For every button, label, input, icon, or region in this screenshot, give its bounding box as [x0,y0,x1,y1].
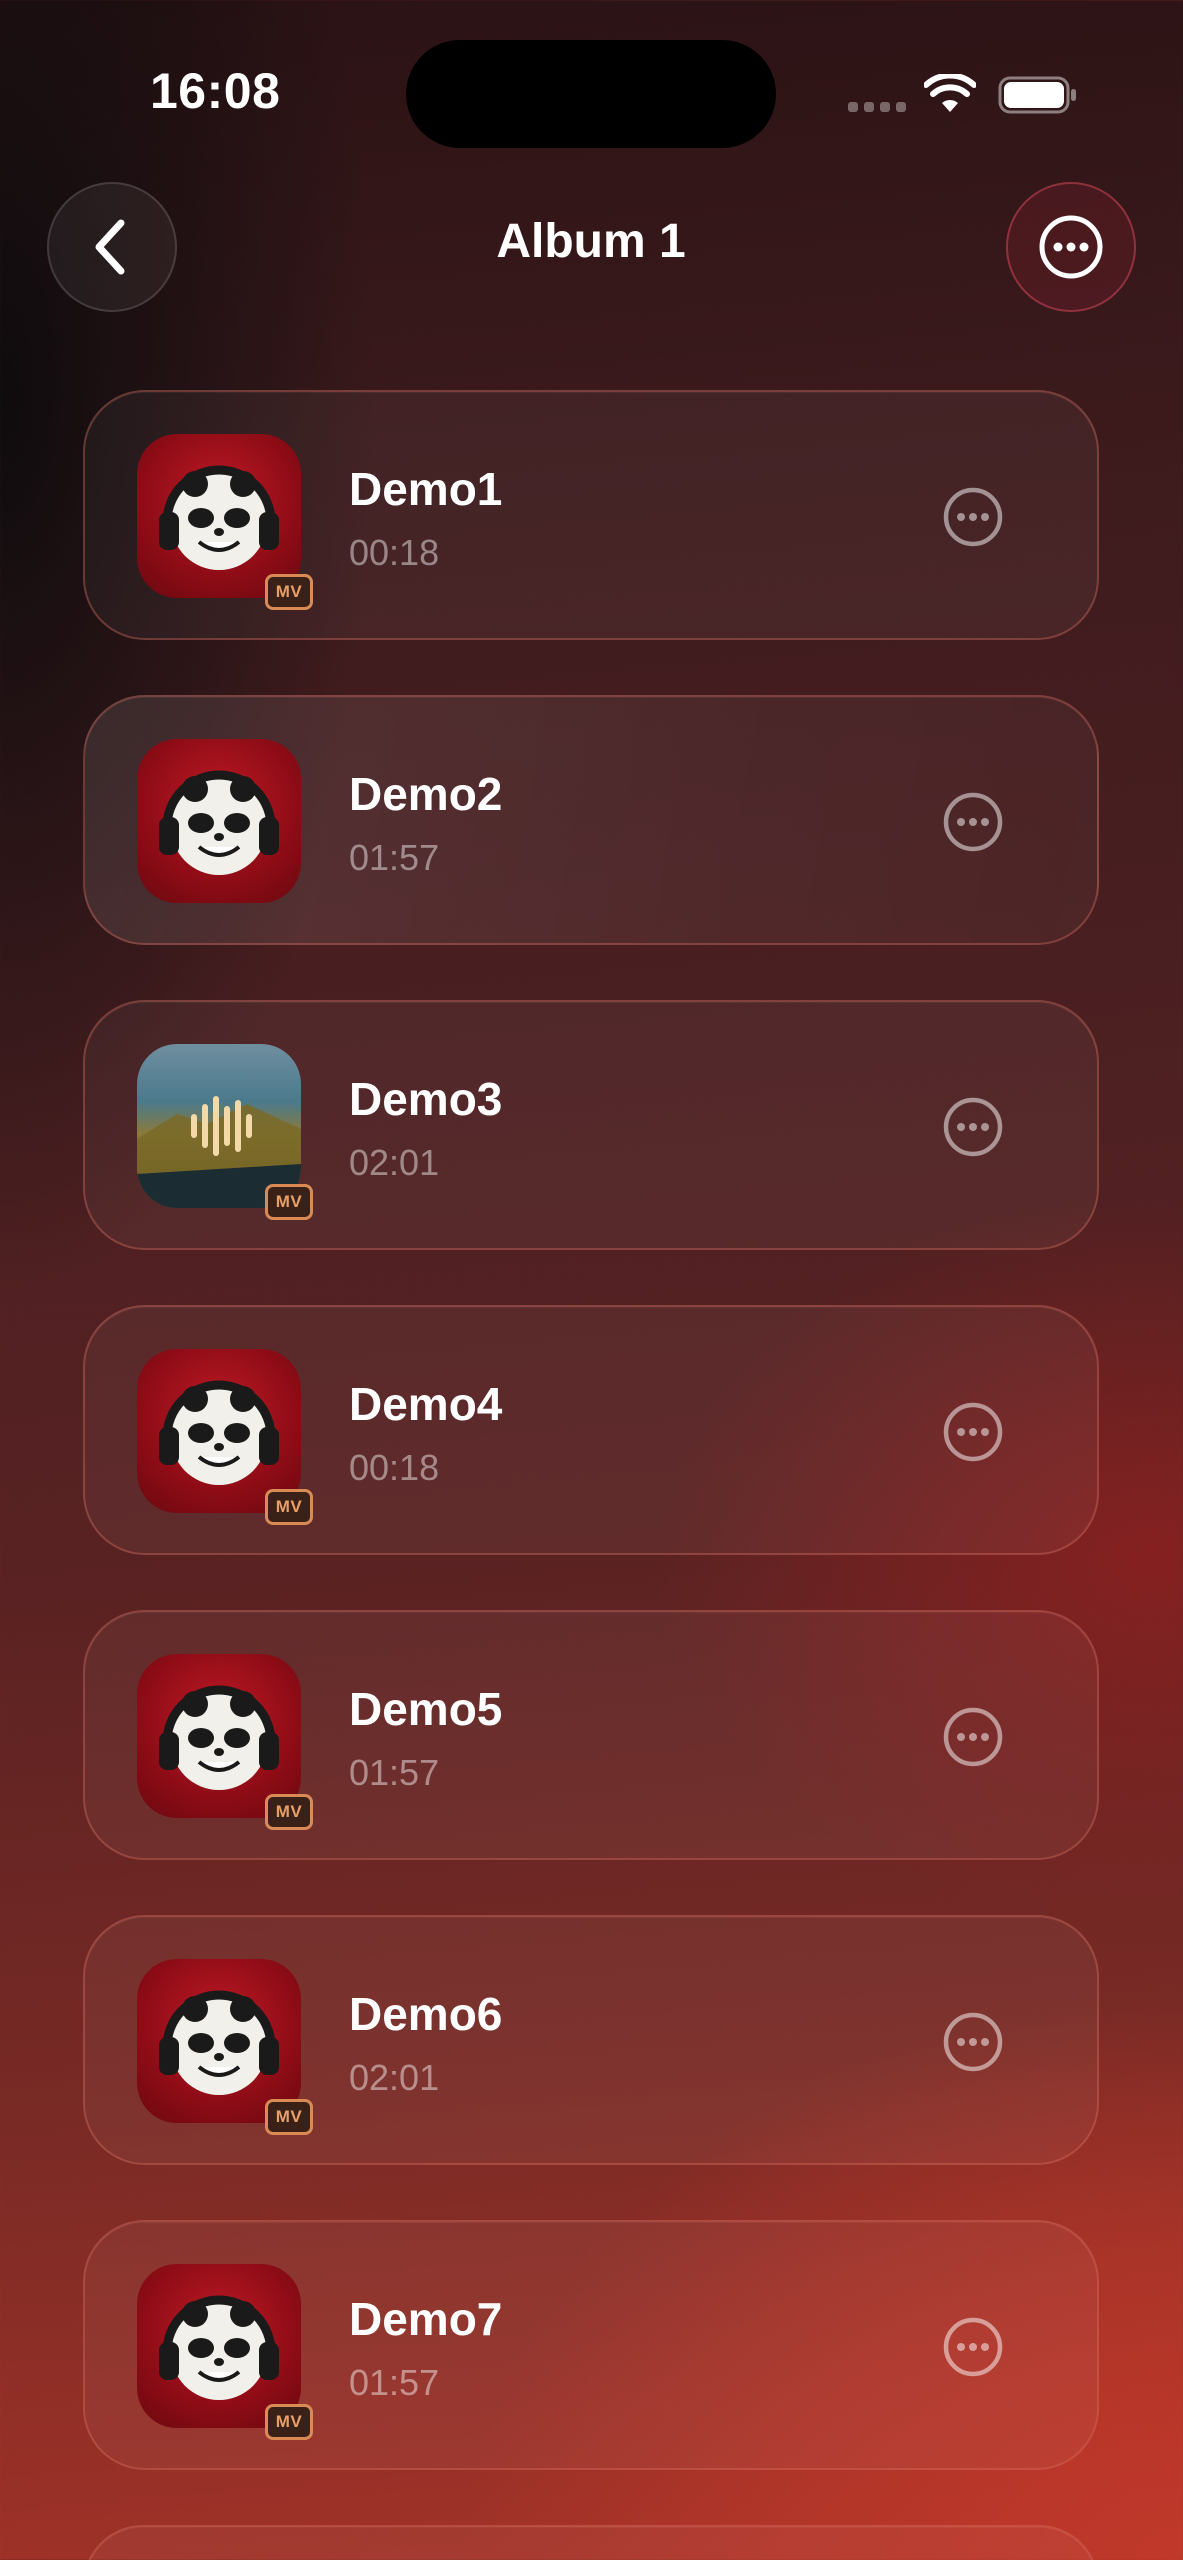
track-more-button[interactable] [941,1400,1005,1464]
track-row[interactable]: MV Demo1 00:18 [83,390,1099,640]
mv-badge: MV [265,1184,313,1220]
mv-badge: MV [265,574,313,610]
more-options-button[interactable] [1006,182,1136,312]
track-title: Demo4 [349,1378,503,1430]
track-more-button[interactable] [941,1705,1005,1769]
status-bar: 16:08 [0,0,1183,190]
track-row[interactable] [83,2525,1099,2560]
ellipsis-circle-icon [1039,215,1103,279]
mv-badge: MV [265,1794,313,1830]
track-duration: 00:18 [349,1447,440,1488]
chevron-left-icon [95,219,125,275]
track-title: Demo1 [349,463,503,515]
track-title: Demo2 [349,768,503,820]
track-row[interactable]: MV Demo6 02:01 [83,1915,1099,2165]
track-more-button[interactable] [941,1095,1005,1159]
back-button[interactable] [47,182,177,312]
track-duration: 02:01 [349,1142,440,1183]
status-time: 16:08 [150,63,281,119]
battery-icon [998,76,1076,114]
track-duration: 01:57 [349,837,440,878]
track-more-button[interactable] [941,485,1005,549]
track-duration: 01:57 [349,1752,440,1793]
track-title: Demo3 [349,1073,503,1125]
mv-badge: MV [265,1489,313,1525]
track-duration: 01:57 [349,2362,440,2403]
track-row[interactable]: MV Demo5 01:57 [83,1610,1099,1860]
track-title: Demo7 [349,2293,503,2345]
track-title: Demo6 [349,1988,503,2040]
track-cover-image [137,739,301,903]
track-more-button[interactable] [941,2010,1005,2074]
track-duration: 00:18 [349,532,440,573]
track-row[interactable]: MV Demo4 00:18 [83,1305,1099,1555]
page-title: Album 1 [496,215,686,268]
mv-badge: MV [265,2404,313,2440]
track-row[interactable]: MV Demo3 02:01 [83,1000,1099,1250]
track-row[interactable]: MV Demo7 01:57 [83,2220,1099,2470]
track-row[interactable]: Demo2 01:57 [83,695,1099,945]
mv-badge: MV [265,2099,313,2135]
cellular-signal-icon [848,102,906,112]
track-more-button[interactable] [941,2315,1005,2379]
track-more-button[interactable] [941,790,1005,854]
dynamic-island [406,40,776,148]
track-duration: 02:01 [349,2057,440,2098]
track-title: Demo5 [349,1683,503,1735]
wifi-icon [924,74,976,112]
